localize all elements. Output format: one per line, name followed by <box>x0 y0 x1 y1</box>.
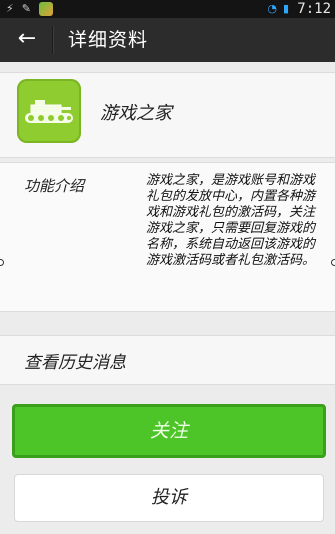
status-right-icons: ◔ ▮ <box>267 2 289 16</box>
follow-button[interactable]: 关注 <box>12 404 326 458</box>
intro-label: 功能介绍 <box>24 177 85 195</box>
wifi-icon: ◔ <box>267 2 277 15</box>
signal-icon: ▮ <box>282 2 289 15</box>
profile-card: 游戏之家 <box>0 72 335 158</box>
history-label: 查看历史消息 <box>24 353 126 373</box>
status-clock: 7:12 <box>297 1 331 17</box>
intro-text: 游戏之家，是游戏账号和游戏礼包的发放中心，内置各种游戏和游戏礼包的激活码，关注游… <box>146 173 316 268</box>
status-left-icons: ⚡ ✎ <box>6 2 53 16</box>
edge-marker-right <box>331 259 335 266</box>
back-arrow-icon: ← <box>17 26 37 51</box>
header-divider <box>52 26 53 54</box>
intro-section: 功能介绍 游戏之家，是游戏账号和游戏礼包的发放中心，内置各种游戏和游戏礼包的激活… <box>0 162 335 312</box>
page-title: 详细资料 <box>68 29 149 51</box>
status-bar: ⚡ ✎ ◔ ▮ 7:12 <box>0 0 335 18</box>
report-button[interactable]: 投诉 <box>14 474 324 522</box>
action-bar: ← 详细资料 <box>0 18 335 62</box>
profile-name: 游戏之家 <box>100 103 172 124</box>
history-row[interactable]: 查看历史消息 <box>0 335 335 385</box>
back-button[interactable]: ← <box>14 26 40 52</box>
app-icon <box>38 2 53 16</box>
tank-icon <box>25 100 73 123</box>
usb-icon: ⚡ <box>6 2 14 15</box>
avatar[interactable] <box>17 79 81 143</box>
wrench-icon: ✎ <box>21 2 31 15</box>
